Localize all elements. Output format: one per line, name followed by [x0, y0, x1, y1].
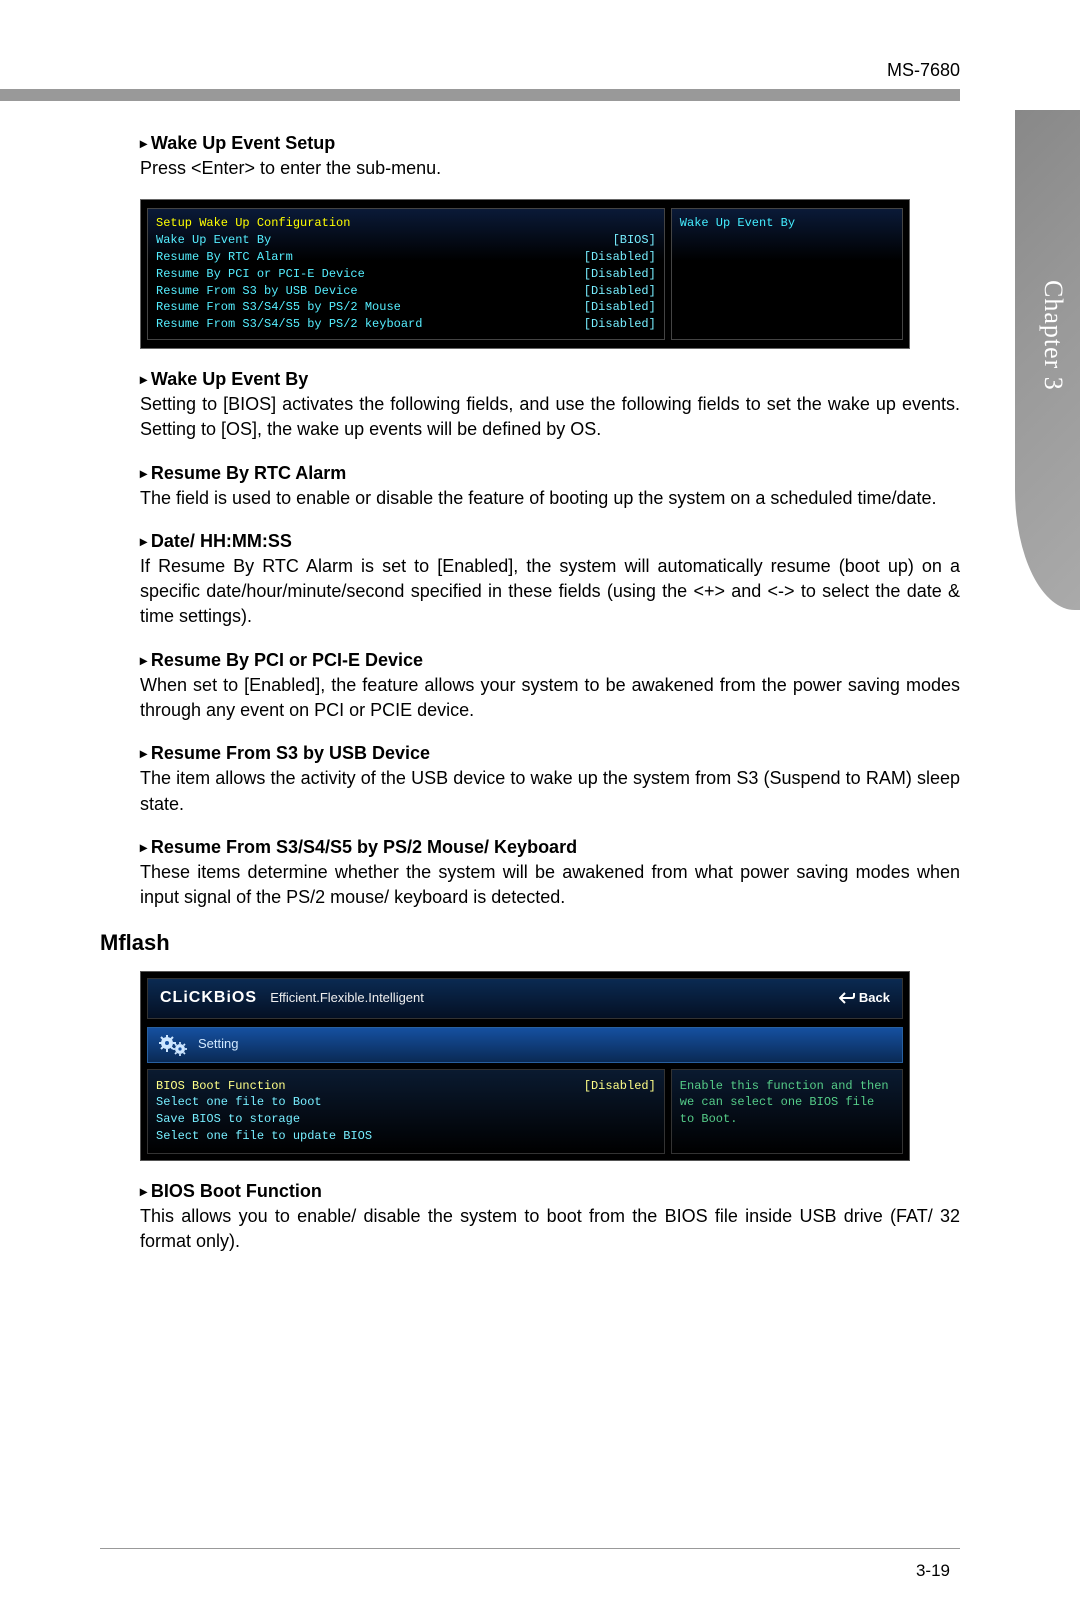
mflash-left-panel: BIOS Boot Function [Disabled] Select one … [147, 1069, 665, 1154]
header-divider [0, 89, 960, 101]
mflash-row-label: Select one file to update BIOS [156, 1128, 372, 1145]
clickbios-logo: CLiCKBiOS [160, 989, 257, 1006]
bios-row-label: Resume From S3/S4/S5 by PS/2 keyboard [156, 316, 422, 333]
mflash-heading: Mflash [100, 928, 960, 959]
bios-config-header: Setup Wake Up Configuration [156, 215, 656, 232]
bios-row-value: [Disabled] [584, 266, 656, 283]
mflash-row-value: [Disabled] [584, 1078, 656, 1095]
mflash-row-label: BIOS Boot Function [156, 1078, 286, 1095]
bios-wake-left-panel: Setup Wake Up Configuration Wake Up Even… [147, 208, 665, 340]
mflash-right-text: Enable this function and then we can sel… [680, 1078, 894, 1128]
section-title: Resume From S3/S4/S5 by PS/2 Mouse/ Keyb… [140, 835, 960, 860]
section-body: The field is used to enable or disable t… [140, 486, 960, 511]
bios-row-value: [Disabled] [584, 299, 656, 316]
chapter-tab-label: Chapter 3 [1038, 280, 1068, 391]
back-button[interactable]: Back [839, 989, 890, 1007]
section-title: Date/ HH:MM:SS [140, 529, 960, 554]
section-body: If Resume By RTC Alarm is set to [Enable… [140, 554, 960, 630]
bios-row-label: Wake Up Event By [156, 232, 271, 249]
section-body: The item allows the activity of the USB … [140, 766, 960, 816]
bios-row-value: [Disabled] [584, 316, 656, 333]
mflash-row-label: Select one file to Boot [156, 1094, 322, 1111]
section-body: When set to [Enabled], the feature allow… [140, 673, 960, 723]
section-title: Resume From S3 by USB Device [140, 741, 960, 766]
section-title: Resume By PCI or PCI-E Device [140, 648, 960, 673]
footer-divider [100, 1548, 960, 1549]
back-arrow-icon [839, 991, 855, 1005]
clickbios-tagline: Efficient.Flexible.Intelligent [270, 990, 424, 1005]
bios-row-label: Resume By PCI or PCI-E Device [156, 266, 365, 283]
section-title: Wake Up Event By [140, 367, 960, 392]
bios-right-text: Wake Up Event By [680, 215, 894, 232]
bios-row-value: [Disabled] [584, 283, 656, 300]
model-number: MS-7680 [100, 60, 960, 81]
bios-boot-function-title: BIOS Boot Function [140, 1179, 960, 1204]
mflash-row-label: Save BIOS to storage [156, 1111, 300, 1128]
gear-icon [158, 1034, 190, 1056]
bios-boot-function-body: This allows you to enable/ disable the s… [140, 1204, 960, 1254]
mflash-right-panel: Enable this function and then we can sel… [671, 1069, 903, 1154]
bios-wake-right-panel: Wake Up Event By [671, 208, 903, 340]
bios-row-value: [BIOS] [613, 232, 656, 249]
bios-row-value: [Disabled] [584, 249, 656, 266]
section-title: Resume By RTC Alarm [140, 461, 960, 486]
section-body: These items determine whether the system… [140, 860, 960, 910]
wake-up-event-setup-title: Wake Up Event Setup [140, 131, 960, 156]
bios-wake-screenshot: Setup Wake Up Configuration Wake Up Even… [140, 199, 910, 349]
bios-row-label: Resume From S3/S4/S5 by PS/2 Mouse [156, 299, 401, 316]
mflash-screenshot: CLiCKBiOS Efficient.Flexible.Intelligent… [140, 971, 910, 1161]
bios-row-label: Resume From S3 by USB Device [156, 283, 358, 300]
setting-tab[interactable]: Setting [147, 1027, 903, 1063]
section-body: Setting to [BIOS] activates the followin… [140, 392, 960, 442]
bios-row-label: Resume By RTC Alarm [156, 249, 293, 266]
wake-up-event-setup-body: Press <Enter> to enter the sub-menu. [140, 156, 960, 181]
page-number: 3-19 [916, 1561, 950, 1581]
back-label: Back [859, 989, 890, 1007]
clickbios-header: CLiCKBiOS Efficient.Flexible.Intelligent… [147, 978, 903, 1018]
setting-label: Setting [198, 1035, 238, 1053]
